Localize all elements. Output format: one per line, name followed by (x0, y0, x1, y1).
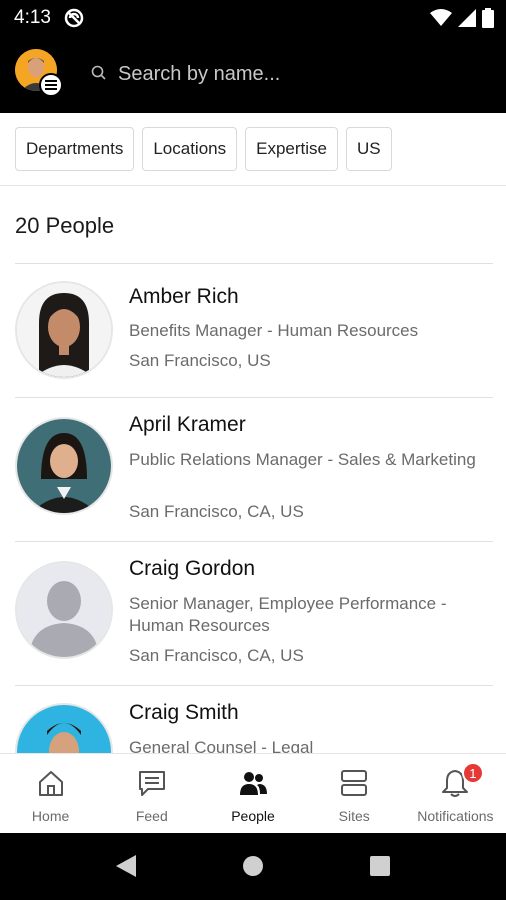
person-list-item[interactable]: April Kramer Public Relations Manager - … (15, 397, 493, 541)
person-name: Craig Smith (129, 701, 239, 724)
battery-icon (482, 8, 494, 28)
filter-departments[interactable]: Departments (15, 127, 135, 171)
filter-locations[interactable]: Locations (142, 127, 238, 171)
status-time: 4:13 (14, 7, 51, 28)
person-location: San Francisco, US (129, 351, 271, 370)
cellular-signal-icon (458, 9, 476, 27)
person-name: Craig Gordon (129, 557, 256, 580)
tab-label: Feed (135, 808, 168, 824)
profile-menu-button[interactable] (15, 49, 63, 97)
person-list-item[interactable]: Amber Rich Benefits Manager - Human Reso… (15, 263, 493, 397)
wifi-icon (430, 9, 452, 26)
filter-chips: Departments Locations Expertise US (15, 127, 392, 171)
tab-notifications[interactable]: 1 Notifications (405, 754, 506, 833)
tab-people[interactable]: People (202, 754, 303, 833)
bottom-tab-bar: Home Feed People Sites 1 Notifications (0, 753, 506, 833)
tab-label: Sites (338, 808, 370, 824)
person-location: San Francisco, CA, US (129, 646, 304, 665)
home-icon (38, 771, 63, 796)
person-location: San Francisco, CA, US (129, 502, 304, 521)
notification-count-badge: 1 (461, 762, 484, 784)
filter-expertise[interactable]: Expertise (245, 127, 338, 171)
hamburger-menu-icon (39, 73, 63, 97)
home-circle-icon[interactable] (242, 855, 264, 877)
person-photo (15, 703, 113, 753)
person-photo (15, 417, 113, 515)
system-navigation-bar (0, 833, 506, 900)
person-photo (15, 561, 113, 659)
sites-icon (341, 770, 368, 796)
person-title: Senior Manager, Employee Performance - H… (129, 594, 447, 635)
person-title: Public Relations Manager - Sales & Marke… (129, 450, 476, 469)
people-count: 20 People (15, 213, 115, 238)
search-icon (91, 65, 106, 80)
person-list-item[interactable]: Craig Gordon Senior Manager, Employee Pe… (15, 541, 493, 685)
tab-sites[interactable]: Sites (304, 754, 405, 833)
search-input[interactable] (118, 56, 478, 92)
tab-home[interactable]: Home (0, 754, 101, 833)
person-photo (15, 281, 113, 379)
person-title: General Counsel - Legal (129, 738, 314, 753)
person-name: Amber Rich (129, 285, 239, 308)
filter-us[interactable]: US (345, 127, 392, 171)
person-title: Benefits Manager - Human Resources (129, 321, 419, 340)
tab-label: Home (31, 808, 70, 824)
tab-feed[interactable]: Feed (101, 754, 202, 833)
tab-label: Notifications (417, 808, 494, 824)
person-list-item[interactable]: Craig Smith General Counsel - Legal (15, 685, 493, 753)
app-notification-icon (64, 8, 84, 28)
recents-icon[interactable] (370, 856, 390, 876)
people-directory: Departments Locations Expertise US 20 Pe… (0, 113, 506, 753)
feed-icon (138, 771, 165, 796)
people-icon (240, 772, 267, 795)
app-header (0, 36, 506, 113)
tab-label: People (231, 808, 275, 824)
back-icon[interactable] (114, 853, 138, 879)
status-bar: 4:13 (0, 0, 506, 36)
person-name: April Kramer (129, 413, 246, 436)
divider (0, 185, 506, 186)
